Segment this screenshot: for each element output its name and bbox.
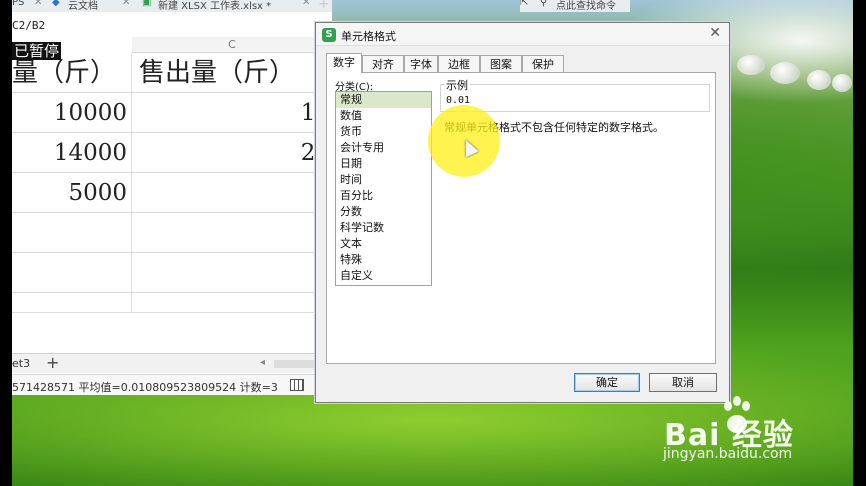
sample-label: 示例 [444,77,470,93]
cell[interactable]: 售出量（斤） [133,53,332,92]
dialog-titlebar[interactable]: S 单元格格式 ✕ [316,23,729,46]
cell[interactable] [133,253,332,292]
cell[interactable]: 23 [133,133,332,172]
tab-pattern[interactable]: 图案 [480,55,522,73]
category-item-general[interactable]: 常规 [336,92,431,108]
formula-bar[interactable]: C2/B2 [12,14,332,36]
category-item-number[interactable]: 数值 [336,108,431,124]
cell[interactable]: 5000 [12,173,132,212]
left-black-bar [0,0,12,486]
cell[interactable]: 10 [133,93,332,132]
ok-button[interactable]: 确定 [574,373,640,392]
cell[interactable]: 3 [133,173,332,212]
tab-close-icon[interactable]: ✕ [34,0,42,8]
tab-workbook[interactable]: 新建 XLSX 工作表.xlsx * [158,0,271,12]
table-row [12,293,332,313]
cell[interactable] [12,253,132,292]
category-item-accounting[interactable]: 会计专用 [336,140,431,156]
category-item-date[interactable]: 日期 [336,156,431,172]
dialog-title: 单元格格式 [341,30,396,43]
status-summary: 571428571 平均值=0.010809523809524 计数=3 [12,381,278,394]
wallpaper-tree [770,62,800,84]
tab-cloud-docs[interactable]: 云文档 [68,0,98,12]
category-item-percentage[interactable]: 百分比 [336,188,431,204]
sample-groupbox [440,84,710,112]
xlsx-file-icon: ▣ [142,0,152,8]
wallpaper-tree [737,55,765,75]
expand-icon[interactable]: ⇱ [520,0,528,8]
cancel-button[interactable]: 取消 [649,373,717,392]
add-sheet-button[interactable]: + [46,353,59,372]
category-list[interactable]: 常规 数值 货币 会计专用 日期 时间 百分比 分数 科学记数 文本 特殊 自定… [335,91,432,286]
tab-ps[interactable]: PS [12,0,24,8]
category-item-custom[interactable]: 自定义 [336,268,431,284]
tab-border[interactable]: 边框 [438,55,480,73]
cell[interactable] [12,293,132,312]
app-tab-bar: PS ✕ ◆ 云文档 ✕ ▣ 新建 XLSX 工作表.xlsx * ✕ [12,0,332,12]
search-icon: ⚲ [540,0,548,8]
normal-view-icon[interactable] [290,379,304,391]
cell[interactable] [12,213,132,252]
format-cells-dialog: S 单元格格式 ✕ 数字 对齐 字体 边框 图案 保护 分类(C): 常规 数值… [315,22,730,403]
table-row: 10000 10 [12,93,332,133]
tab-close-icon[interactable]: ✕ [302,0,310,8]
spreadsheet-window: PS ✕ ◆ 云文档 ✕ ▣ 新建 XLSX 工作表.xlsx * ✕ C2/B… [12,0,332,395]
category-item-special[interactable]: 特殊 [336,252,431,268]
cell[interactable]: 14000 [12,133,132,172]
category-item-fraction[interactable]: 分数 [336,204,431,220]
wps-app-icon: S [322,28,336,42]
category-item-scientific[interactable]: 科学记数 [336,220,431,236]
close-icon[interactable]: ✕ [709,25,721,41]
wallpaper-tree [832,74,852,92]
cell[interactable]: 10000 [12,93,132,132]
number-tab-panel: 分类(C): 常规 数值 货币 会计专用 日期 时间 百分比 分数 科学记数 文… [326,72,716,364]
paused-overlay-label: 已暂停 [12,42,62,60]
scroll-left-icon[interactable]: ◂ [260,357,265,368]
table-row: 5000 3 [12,173,332,213]
new-tab-icon[interactable]: + [318,0,330,12]
tab-number[interactable]: 数字 [326,53,362,73]
cell[interactable] [133,213,332,252]
table-row [12,253,332,293]
table-row: 14000 23 [12,133,332,173]
tab-alignment[interactable]: 对齐 [362,55,404,73]
watermark-url: jingyan.baidu.com [663,446,793,462]
sheet-tab-bar: et3 + ◂ [12,353,332,373]
command-search-input[interactable]: 点此查找命令 [556,0,616,12]
sheet-tab[interactable]: et3 [12,357,30,370]
tab-font[interactable]: 字体 [404,55,438,73]
cell[interactable] [133,293,332,312]
right-black-bar [853,0,866,486]
column-header-c[interactable]: C [132,37,332,53]
tab-close-icon[interactable]: ✕ [122,0,130,8]
wallpaper-tree [807,70,831,90]
category-item-currency[interactable]: 货币 [336,124,431,140]
tab-protection[interactable]: 保护 [522,55,564,73]
table-row [12,213,332,253]
category-item-time[interactable]: 时间 [336,172,431,188]
cloud-icon: ◆ [52,0,60,8]
command-search-area: ⇱ ⚲ 点此查找命令 [520,0,630,12]
sheet-grid: 量（斤） 售出量（斤） 10000 10 14000 23 5000 3 [12,53,332,313]
status-bar: 571428571 平均值=0.010809523809524 计数=3 [12,374,332,395]
category-item-text[interactable]: 文本 [336,236,431,252]
baidu-jingyan-watermark: Bai 经验 jingyan.baidu.com [660,396,840,466]
